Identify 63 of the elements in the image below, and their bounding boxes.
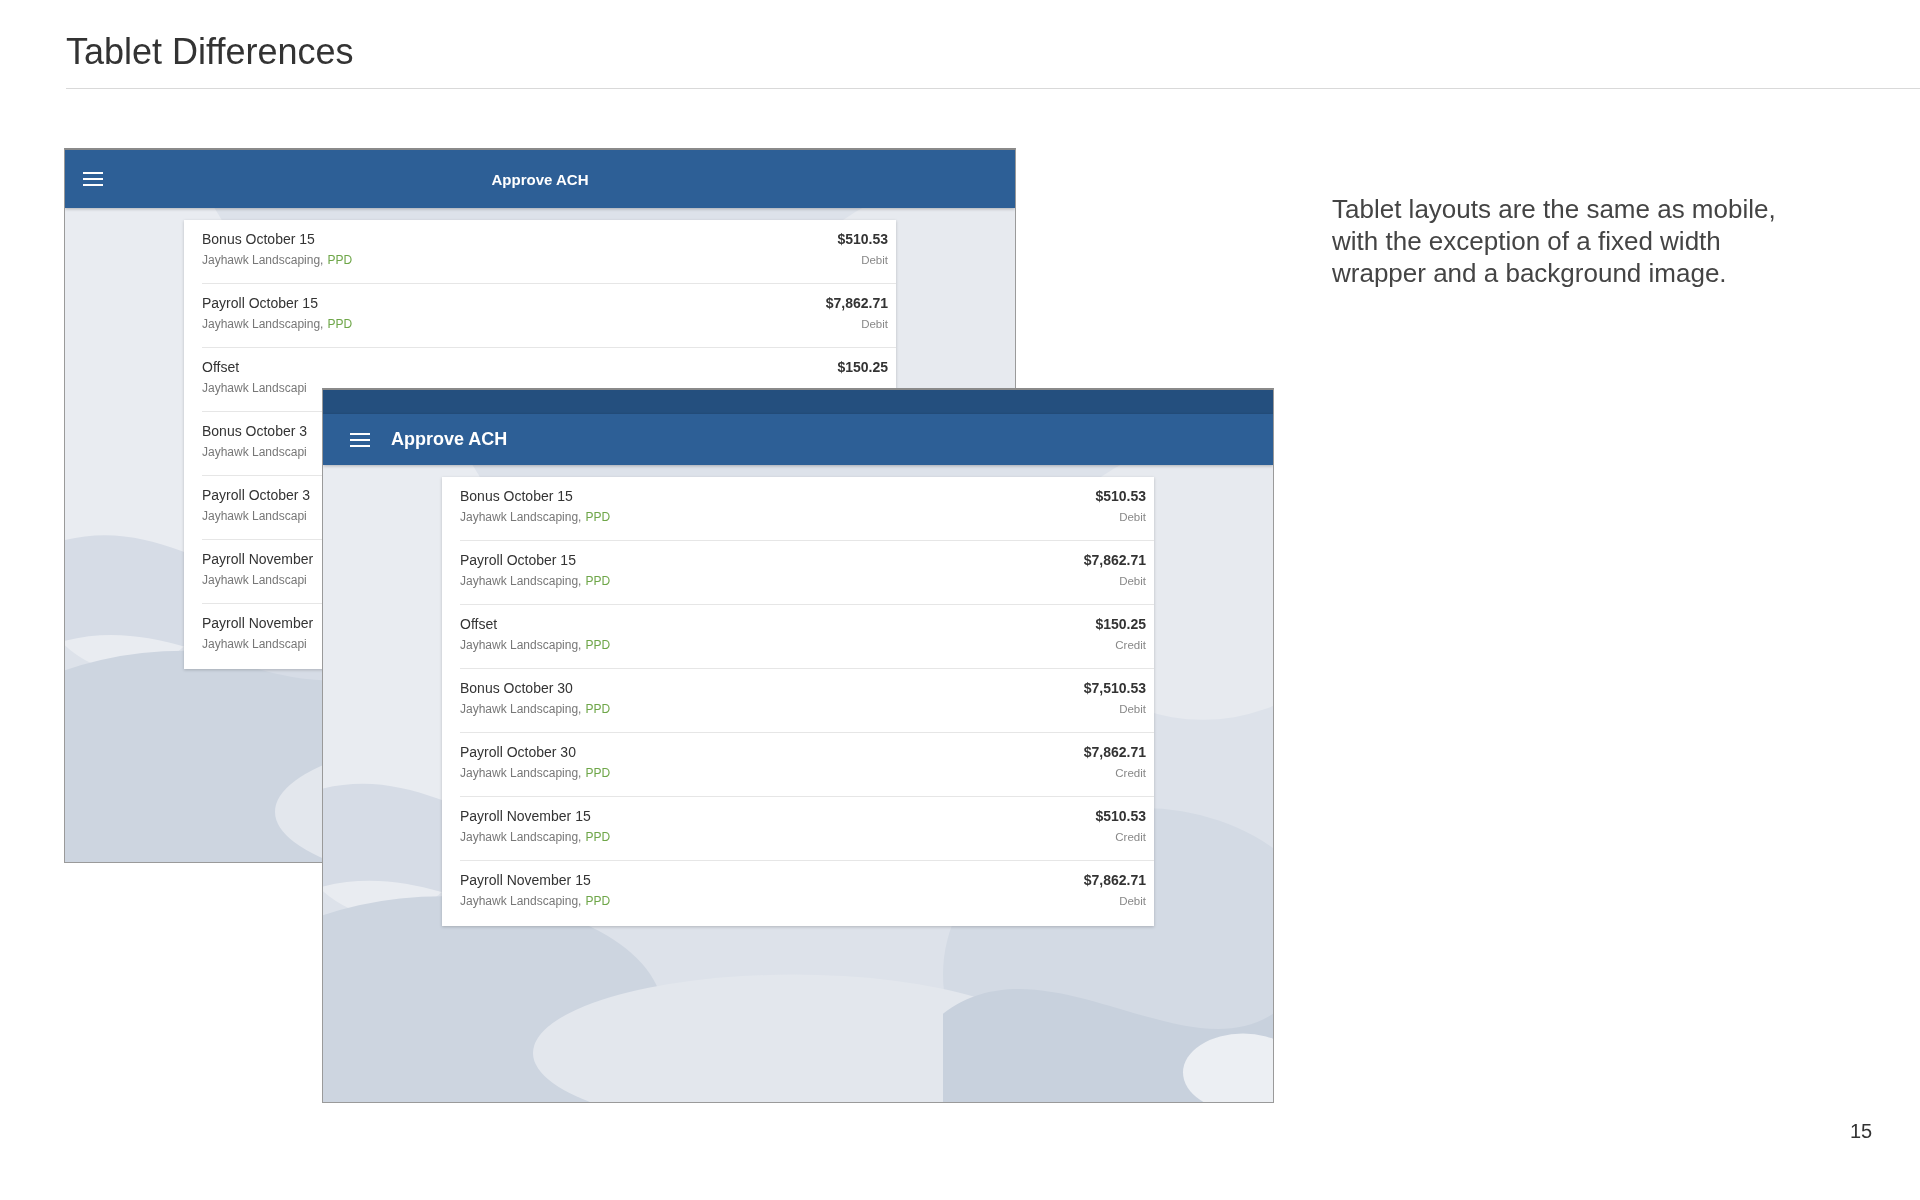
transaction-name: Payroll November [202,614,314,632]
company-name: Jayhawk Landscaping, [460,573,582,589]
amount: $7,862.71 [1083,871,1146,889]
header-title: Approve ACH [491,170,589,188]
company-name: Jayhawk Landscaping, [460,701,582,717]
transaction-name: Payroll October 15 [460,551,577,569]
company-name: Jayhawk Landscapi [202,636,307,652]
transaction-name: Payroll October 30 [460,743,577,761]
transaction-type: Credit [1115,830,1146,845]
transaction-type: Debit [861,253,888,268]
transaction-type: Debit [1119,574,1146,589]
transaction-name: Offset [460,615,499,633]
description-text: Tablet layouts are the same as mobile, with the exception of a fixed width wrapper and a background image. [1332,193,1777,289]
company-name: Jayhawk Landscaping, [460,765,582,781]
transaction-type: Debit [1119,510,1146,525]
transaction-type: Credit [1115,766,1146,781]
company-name: Jayhawk Landscaping, [202,316,324,332]
company-name: Jayhawk Landscaping, [460,509,582,525]
amount: $7,862.71 [825,294,888,312]
transaction-type: Debit [861,317,888,332]
transaction-name: Payroll November 15 [460,807,592,825]
menu-icon[interactable] [83,172,103,186]
amount: $510.53 [837,230,888,248]
company-name: Jayhawk Landscaping, [460,893,582,909]
transaction-name: Bonus October 15 [202,230,316,248]
amount: $510.53 [1095,807,1146,825]
page-title: Tablet Differences [66,30,354,74]
transaction-name: Payroll November [202,550,314,568]
entry-class: PPD [585,701,611,717]
transaction-name: Bonus October 3 [202,422,308,440]
transaction-name: Payroll October 15 [202,294,319,312]
company-name: Jayhawk Landscapi [202,508,307,524]
company-name: Jayhawk Landscaping, [202,252,324,268]
entry-class: PPD [585,637,611,653]
transaction-name: Payroll October 3 [202,486,311,504]
transaction-name: Offset [202,358,241,376]
amount: $510.53 [1095,487,1146,505]
entry-class: PPD [585,573,611,589]
amount: $7,862.71 [1083,743,1146,761]
amount: $150.25 [837,358,888,376]
entry-class: PPD [585,893,611,909]
company-name: Jayhawk Landscaping, [460,637,582,653]
entry-class: PPD [327,252,353,268]
entry-class: PPD [585,509,611,525]
transaction-name: Bonus October 30 [460,679,574,697]
amount: $150.25 [1095,615,1146,633]
entry-class: PPD [585,829,611,845]
company-name: Jayhawk Landscapi [202,572,307,588]
amount: $7,862.71 [1083,551,1146,569]
entry-class: PPD [327,316,353,332]
transaction-name: Payroll November 15 [460,871,592,889]
amount: $7,510.53 [1083,679,1146,697]
transaction-type: Credit [1115,638,1146,653]
entry-class: PPD [585,765,611,781]
company-name: Jayhawk Landscapi [202,380,307,396]
company-name: Jayhawk Landscaping, [460,829,582,845]
company-name: Jayhawk Landscapi [202,444,307,460]
page-number: 15 [1850,1120,1873,1142]
header-title: Approve ACH [391,429,508,450]
transaction-type: Debit [1119,894,1146,909]
transaction-type: Debit [1119,702,1146,717]
transaction-name: Bonus October 15 [460,487,574,505]
menu-icon[interactable] [350,432,370,447]
